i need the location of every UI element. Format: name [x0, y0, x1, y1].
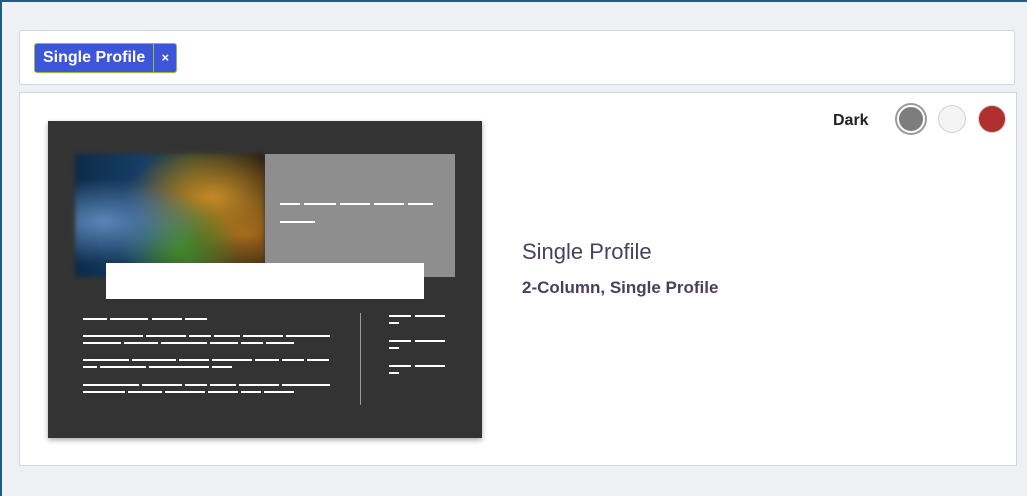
theme-label: Dark — [833, 112, 869, 129]
placeholder-line — [282, 359, 304, 361]
template-subtitle: 2-Column, Single Profile — [522, 278, 719, 297]
placeholder-line — [415, 365, 445, 367]
color-swatch-white[interactable] — [938, 105, 966, 133]
placeholder-line — [241, 391, 261, 393]
placeholder-line — [389, 347, 399, 349]
placeholder-line — [149, 366, 209, 368]
template-thumbnail[interactable] — [48, 121, 482, 438]
placeholder-line — [179, 359, 209, 361]
placeholder-line — [415, 340, 445, 342]
filter-tag-label: Single Profile — [43, 49, 146, 66]
placeholder-line — [124, 342, 158, 344]
placeholder-line — [304, 203, 336, 205]
hero-text-panel — [265, 154, 455, 277]
hero-image — [75, 154, 265, 277]
placeholder-line — [83, 391, 125, 393]
placeholder-line — [165, 391, 205, 393]
placeholder-line — [389, 340, 411, 342]
placeholder-line — [282, 384, 330, 386]
placeholder-line — [128, 391, 162, 393]
placeholder-line — [212, 359, 252, 361]
placeholder-line — [286, 335, 330, 337]
tag-filter-bar[interactable]: Single Profile × — [19, 30, 1015, 85]
placeholder-line — [83, 384, 139, 386]
placeholder-line — [210, 384, 236, 386]
placeholder-line — [132, 359, 176, 361]
placeholder-line — [389, 365, 411, 367]
placeholder-line — [266, 342, 294, 344]
template-title: Single Profile — [522, 239, 652, 264]
placeholder-line — [389, 315, 411, 317]
placeholder-line — [340, 203, 370, 205]
placeholder-line — [212, 366, 232, 368]
placeholder-line — [146, 335, 186, 337]
placeholder-line — [185, 384, 207, 386]
placeholder-line — [152, 318, 182, 320]
placeholder-line — [83, 318, 107, 320]
placeholder-line — [83, 342, 121, 344]
placeholder-line — [83, 366, 97, 368]
color-swatch-grey[interactable] — [897, 105, 925, 133]
column-divider — [360, 313, 361, 405]
placeholder-line — [264, 391, 294, 393]
remove-tag-icon[interactable]: × — [153, 44, 176, 72]
name-banner — [106, 263, 424, 299]
placeholder-line — [208, 391, 238, 393]
placeholder-line — [280, 203, 300, 205]
placeholder-line — [100, 366, 146, 368]
placeholder-line — [307, 359, 329, 361]
placeholder-line — [210, 342, 238, 344]
placeholder-line — [408, 203, 433, 205]
color-swatch-red[interactable] — [978, 105, 1006, 133]
placeholder-line — [239, 384, 279, 386]
app-frame: Single Profile × Single Profile 2-Column… — [0, 0, 1027, 496]
placeholder-line — [389, 372, 399, 374]
filter-tag: Single Profile × — [34, 43, 178, 73]
placeholder-line — [189, 335, 211, 337]
placeholder-line — [241, 342, 263, 344]
placeholder-line — [214, 335, 240, 337]
placeholder-line — [280, 221, 315, 223]
placeholder-line — [161, 342, 207, 344]
placeholder-line — [83, 359, 129, 361]
placeholder-line — [243, 335, 283, 337]
placeholder-line — [185, 318, 207, 320]
template-card[interactable]: Single Profile 2-Column, Single Profile … — [19, 92, 1017, 466]
placeholder-line — [415, 315, 445, 317]
placeholder-line — [374, 203, 404, 205]
placeholder-line — [142, 384, 182, 386]
placeholder-line — [389, 322, 399, 324]
placeholder-line — [255, 359, 279, 361]
placeholder-line — [110, 318, 148, 320]
placeholder-line — [83, 335, 143, 337]
